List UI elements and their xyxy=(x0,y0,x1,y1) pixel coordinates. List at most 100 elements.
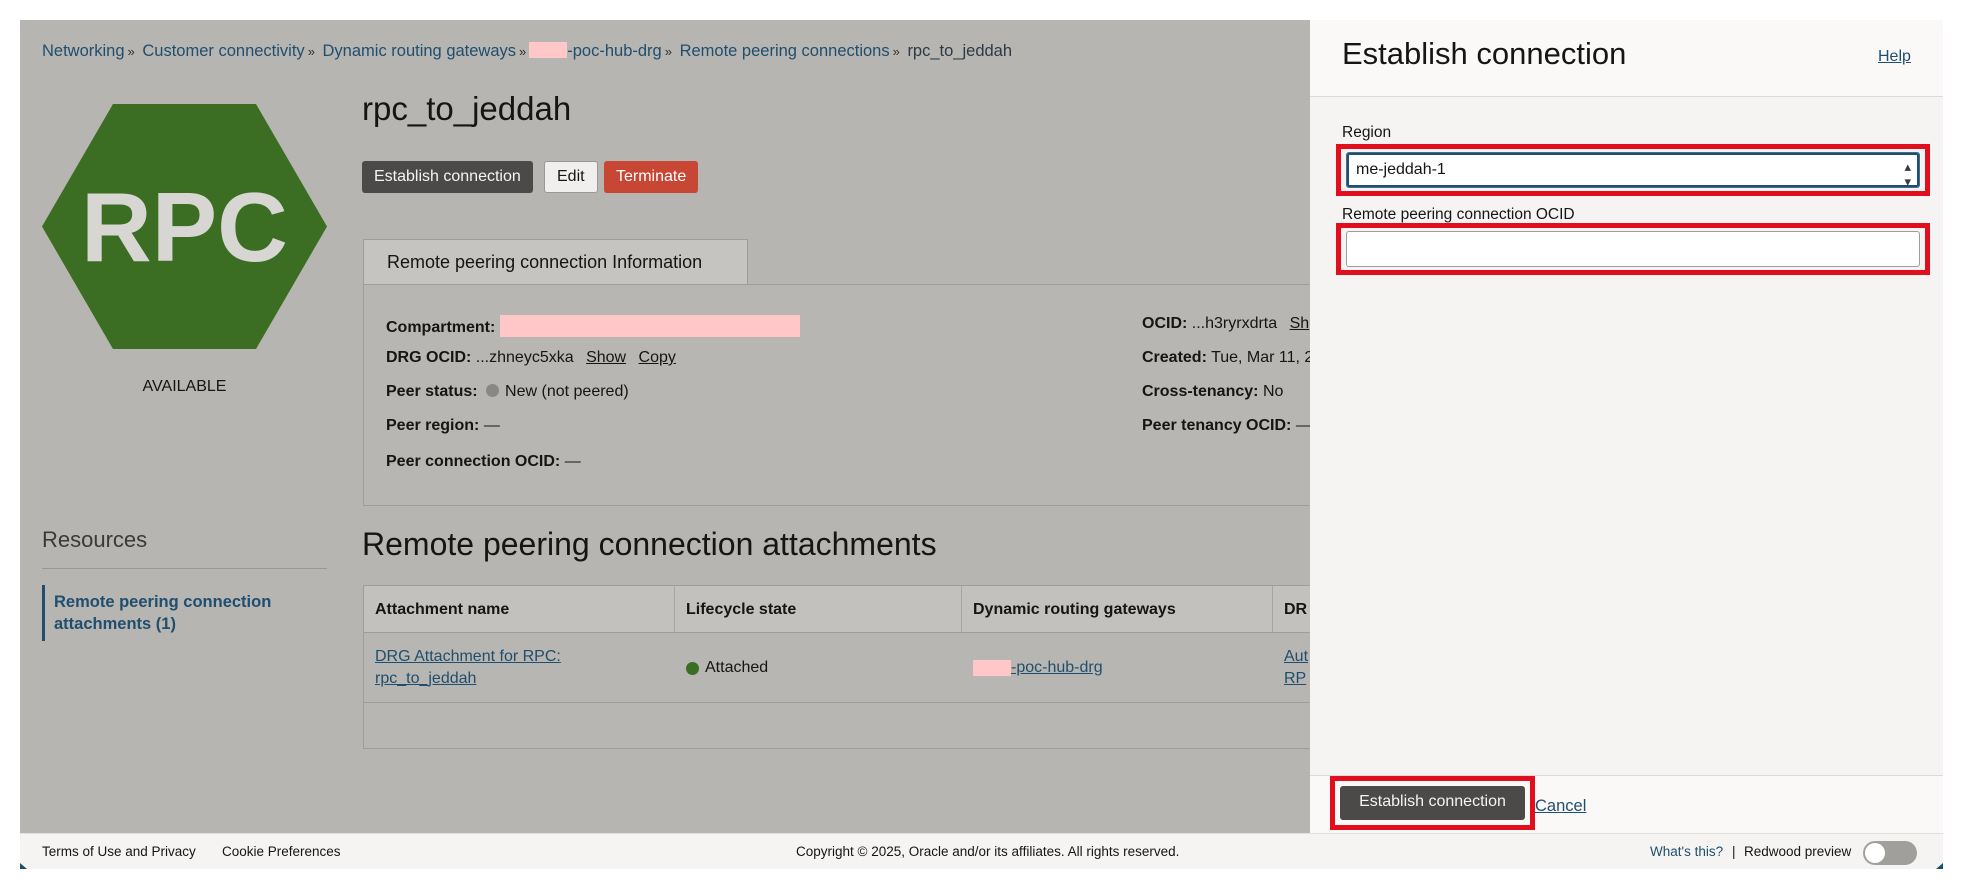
drg-ocid-copy-link[interactable]: Copy xyxy=(639,349,676,366)
page-footer: Terms of Use and Privacy Cookie Preferen… xyxy=(20,833,1943,869)
field-drg-ocid: DRG OCID: ...zhneyc5xka Show Copy xyxy=(386,349,676,367)
drawer-title: Establish connection xyxy=(1342,36,1627,71)
establish-connection-drawer: Establish connection Help Region me-jedd… xyxy=(1310,20,1943,833)
drawer-header: Establish connection Help xyxy=(1310,20,1943,97)
corner-accent xyxy=(20,863,27,869)
drg-ocid-label: DRG OCID: xyxy=(386,349,472,366)
dr-line1: Aut xyxy=(1284,648,1309,665)
breadcrumb-separator: » xyxy=(307,44,315,59)
attached-dot-icon xyxy=(686,661,699,675)
breadcrumb-dynamic-routing-gateways[interactable]: Dynamic routing gateways xyxy=(323,42,517,60)
terms-link[interactable]: Terms of Use and Privacy xyxy=(42,834,196,869)
lifecycle-state-value: Attached xyxy=(705,659,769,676)
column-dynamic-routing-gateways[interactable]: Dynamic routing gateways xyxy=(962,586,1273,633)
lifecycle-status: AVAILABLE xyxy=(142,378,227,395)
terminate-button[interactable]: Terminate xyxy=(604,161,699,193)
created-label: Created: xyxy=(1142,349,1207,366)
peer-tenancy-label: Peer tenancy OCID: xyxy=(1142,417,1292,434)
toggle-knob xyxy=(1865,843,1885,863)
table-header: Attachment name Lifecycle state Dynamic … xyxy=(364,586,1323,633)
establish-connection-button[interactable]: Establish connection xyxy=(362,161,533,193)
breadcrumb-separator: » xyxy=(519,44,527,59)
rpc-hexagon-icon: RPC xyxy=(42,104,327,349)
cell-drg: -poc-hub-drg xyxy=(962,633,1273,703)
region-highlight: me-jeddah-1 ▴ ▾ xyxy=(1336,144,1930,196)
breadcrumb-customer-connectivity[interactable]: Customer connectivity xyxy=(142,42,304,60)
breadcrumb: Networking» Customer connectivity» Dynam… xyxy=(42,42,1012,61)
cell-attachment-name: DRG Attachment for RPC: rpc_to_jeddah xyxy=(364,633,675,703)
peer-connection-ocid-value: — xyxy=(564,453,581,470)
attachment-name-line2: rpc_to_jeddah xyxy=(375,670,477,687)
ocid-value: ...h3ryrxdrta xyxy=(1191,315,1278,332)
copyright-text: Copyright © 2025, Oracle and/or its affi… xyxy=(796,844,1180,859)
field-peer-status: Peer status: New (not peered) xyxy=(386,383,629,401)
attachments-heading: Remote peering connection attachments xyxy=(362,526,937,562)
redwood-preview-toggle[interactable] xyxy=(1863,841,1917,865)
select-chevron-icon: ▴ ▾ xyxy=(1904,159,1911,189)
information-panel: Compartment: DRG OCID: ...zhneyc5xka Sho… xyxy=(363,284,1323,506)
resources-divider xyxy=(42,568,327,569)
whats-this-link[interactable]: What's this? xyxy=(1650,834,1723,869)
region-select[interactable]: me-jeddah-1 ▴ ▾ xyxy=(1346,152,1920,189)
cell-lifecycle-state: Attached xyxy=(675,633,962,703)
column-attachment-name[interactable]: Attachment name xyxy=(364,586,675,633)
attachment-name-line1: DRG Attachment for RPC: xyxy=(375,648,561,665)
breadcrumb-separator: » xyxy=(892,44,900,59)
field-created: Created: Tue, Mar 11, 2 xyxy=(1142,349,1313,367)
breadcrumb-separator: » xyxy=(664,44,672,59)
redacted-block xyxy=(973,660,1011,676)
field-peer-connection-ocid: Peer connection OCID: — xyxy=(386,453,581,471)
compartment-label: Compartment: xyxy=(386,319,496,336)
drg-ocid-show-link[interactable]: Show xyxy=(586,349,626,366)
redwood-preview-label: Redwood preview xyxy=(1744,844,1852,859)
edit-button[interactable]: Edit xyxy=(544,161,598,193)
peer-region-value: — xyxy=(483,417,500,434)
region-label: Region xyxy=(1342,124,1392,141)
peer-status-value: New (not peered) xyxy=(505,383,629,400)
remote-ocid-label: Remote peering connection OCID xyxy=(1342,206,1575,223)
attachments-table: Attachment name Lifecycle state Dynamic … xyxy=(363,585,1323,749)
dr-line2: RP xyxy=(1284,670,1307,687)
field-compartment: Compartment: xyxy=(386,315,800,337)
field-peer-region: Peer region: — xyxy=(386,417,500,435)
remote-ocid-highlight xyxy=(1336,223,1930,275)
breadcrumb-current: rpc_to_jeddah xyxy=(907,42,1013,60)
drg-link[interactable]: -poc-hub-drg xyxy=(1011,657,1103,679)
cross-tenancy-label: Cross-tenancy: xyxy=(1142,383,1259,400)
attachment-name-link[interactable]: DRG Attachment for RPC: rpc_to_jeddah xyxy=(375,646,561,690)
region-select-value: me-jeddah-1 xyxy=(1356,161,1446,178)
resources-heading: Resources xyxy=(42,527,148,552)
redacted-block xyxy=(529,42,568,58)
tab-information[interactable]: Remote peering connection Information xyxy=(363,239,748,285)
breadcrumb-drg[interactable]: -poc-hub-drg xyxy=(567,42,661,60)
cancel-link[interactable]: Cancel xyxy=(1535,797,1586,816)
breadcrumb-networking[interactable]: Networking xyxy=(42,42,125,60)
ocid-label: OCID: xyxy=(1142,315,1188,332)
field-cross-tenancy: Cross-tenancy: No xyxy=(1142,383,1283,401)
redacted-block xyxy=(499,315,800,337)
resources-item-attachments[interactable]: Remote peering connection attachments (1… xyxy=(42,585,327,641)
cookie-preferences-link[interactable]: Cookie Preferences xyxy=(222,834,341,869)
peer-region-label: Peer region: xyxy=(386,417,480,434)
hexagon-label: RPC xyxy=(81,172,288,282)
main-content: Networking» Customer connectivity» Dynam… xyxy=(20,20,1323,833)
column-lifecycle-state[interactable]: Lifecycle state xyxy=(675,586,962,633)
help-link[interactable]: Help xyxy=(1878,48,1911,66)
peer-connection-ocid-label: Peer connection OCID: xyxy=(386,453,561,470)
establish-connection-submit-button[interactable]: Establish connection xyxy=(1340,786,1525,820)
breadcrumb-separator: » xyxy=(127,44,135,59)
table-row: DRG Attachment for RPC: rpc_to_jeddah At… xyxy=(364,633,1323,703)
remote-ocid-input[interactable] xyxy=(1346,231,1920,267)
submit-highlight: Establish connection xyxy=(1330,776,1535,830)
ocid-show-link[interactable]: Sh xyxy=(1290,315,1310,332)
peer-status-label: Peer status: xyxy=(386,383,478,400)
dr-link[interactable]: Aut RP xyxy=(1284,646,1308,690)
footer-divider: | xyxy=(1732,844,1736,859)
created-value: Tue, Mar 11, 2 xyxy=(1211,349,1314,366)
drawer-footer: Establish connection Cancel xyxy=(1310,775,1943,833)
breadcrumb-remote-peering-connections[interactable]: Remote peering connections xyxy=(680,42,890,60)
corner-accent xyxy=(1936,863,1943,869)
status-dot-icon xyxy=(486,384,500,397)
console-frame: Networking» Customer connectivity» Dynam… xyxy=(20,20,1943,869)
field-ocid: OCID: ...h3ryrxdrta Sh xyxy=(1142,315,1309,333)
